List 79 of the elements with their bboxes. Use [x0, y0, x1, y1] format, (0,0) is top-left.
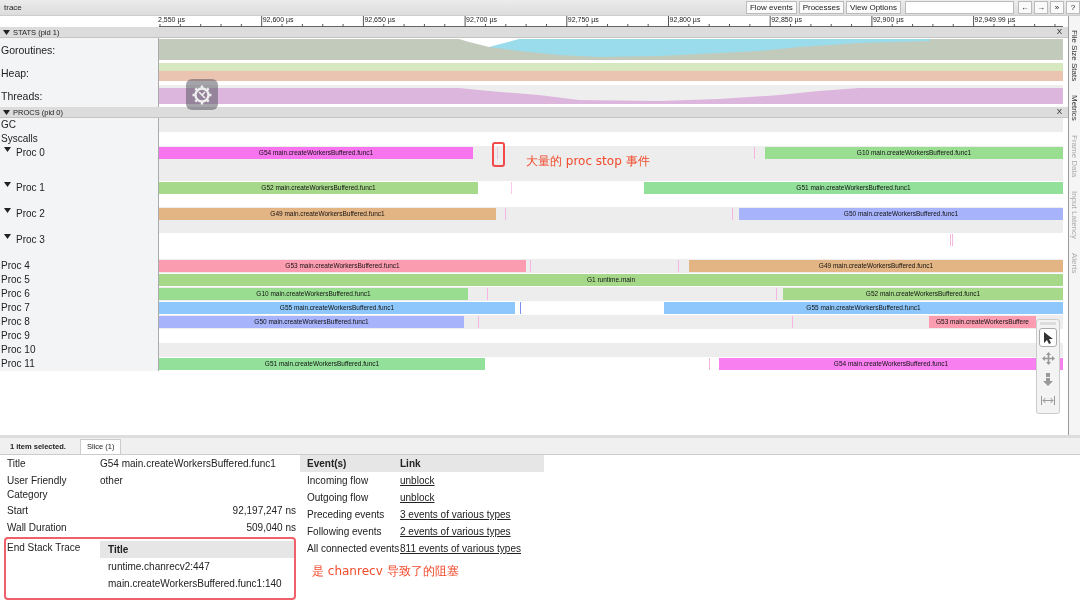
track-label: Proc 11	[1, 358, 35, 370]
track-label: Proc 7	[1, 302, 30, 314]
table-cell-text: Preceding events	[306, 508, 386, 522]
window-title: trace	[4, 3, 22, 12]
event-link[interactable]: 2 events of various types	[400, 526, 511, 537]
field-label: User Friendly Category	[6, 474, 68, 502]
event-marker[interactable]	[478, 316, 479, 328]
event-marker[interactable]	[709, 358, 710, 370]
nav-button[interactable]: ←	[1018, 1, 1032, 14]
field-value: 92,197,247 ns	[231, 504, 297, 518]
settings-icon	[191, 83, 213, 106]
nav-button[interactable]: →	[1034, 1, 1048, 14]
event-marker[interactable]	[497, 147, 498, 159]
collapse-icon[interactable]	[3, 29, 10, 35]
toolbar-button[interactable]: Flow events	[745, 1, 797, 14]
width-icon	[1041, 396, 1055, 405]
field-label: Start	[6, 504, 30, 518]
side-tab[interactable]: File Size Stats	[1070, 30, 1079, 82]
track-label: Proc 9	[1, 330, 30, 342]
event-link[interactable]: 811 events of various types	[400, 543, 521, 554]
down-arrow-icon	[1043, 373, 1053, 386]
search-field[interactable]	[905, 1, 1014, 14]
side-tab[interactable]: Metrics	[1070, 95, 1079, 121]
field-label: Wall Duration	[6, 521, 68, 535]
column-header: Event(s)	[306, 456, 348, 471]
event-link[interactable]: 3 events of various types	[400, 509, 511, 520]
field-value: 509,040 ns	[245, 521, 297, 535]
track-label: Proc 10	[1, 344, 36, 356]
track-label: Syscalls	[1, 133, 38, 145]
close-button[interactable]: X	[1056, 107, 1062, 117]
event-marker[interactable]	[487, 288, 488, 300]
event-marker[interactable]	[511, 182, 512, 194]
track-label: GC	[1, 119, 16, 131]
track-label: Threads:	[1, 89, 43, 102]
track-label: Proc 8	[1, 316, 30, 328]
annotation-text: 是 chanrecv 导致了的阻塞	[312, 563, 460, 580]
track-label: Goroutines:	[1, 43, 56, 56]
event-marker[interactable]	[530, 260, 531, 272]
toolbar-button[interactable]: Processes	[798, 1, 844, 14]
table-cell-text: main.createWorkersBuffered.func1:140	[107, 577, 283, 591]
field-value: G54 main.createWorkersBuffered.func1	[100, 457, 277, 471]
close-button[interactable]: X	[1056, 27, 1062, 37]
track-label: Proc 3	[16, 234, 45, 246]
event-marker[interactable]	[505, 208, 506, 220]
pointer-tool[interactable]	[1039, 328, 1057, 347]
table-cell-text: Outgoing flow	[306, 491, 370, 505]
help-button[interactable]: ?	[1066, 1, 1080, 14]
event-marker[interactable]	[520, 302, 521, 314]
toolbar-button[interactable]: View Options	[846, 1, 901, 14]
pointer-icon	[1042, 330, 1054, 345]
field-label: Title	[6, 457, 27, 471]
track-label: Proc 6	[1, 288, 30, 300]
column-header: Link	[400, 456, 422, 471]
collapse-icon[interactable]	[3, 109, 10, 115]
track-label: Proc 1	[16, 182, 45, 194]
event-link[interactable]: unblock	[400, 492, 435, 503]
table-cell-text: Following events	[306, 525, 383, 539]
nav-button[interactable]: »	[1050, 1, 1064, 14]
annotation-text: 大量的 proc stop 事件	[526, 153, 650, 170]
highlight-box	[492, 142, 505, 167]
event-marker[interactable]	[678, 260, 679, 272]
track-label: Proc 5	[1, 274, 30, 286]
table-cell-text: All connected events	[306, 542, 400, 556]
track-label: Proc 4	[1, 260, 30, 272]
table-cell-text: runtime.chanrecv2:447	[107, 560, 211, 574]
field-label: End Stack Trace	[6, 541, 82, 555]
track-label: Proc 2	[16, 208, 45, 220]
move-icon	[1041, 352, 1055, 365]
field-value: other	[100, 474, 124, 488]
column-header: Title	[100, 541, 294, 558]
event-marker[interactable]	[754, 147, 755, 159]
event-marker[interactable]	[792, 316, 793, 328]
table-cell-text: Incoming flow	[306, 474, 370, 488]
event-marker[interactable]	[732, 208, 733, 220]
track-label: Heap:	[1, 66, 30, 79]
track-label: Proc 0	[16, 147, 45, 159]
event-marker[interactable]	[776, 288, 777, 300]
settings-button[interactable]	[186, 79, 218, 110]
event-link[interactable]: unblock	[400, 475, 435, 486]
